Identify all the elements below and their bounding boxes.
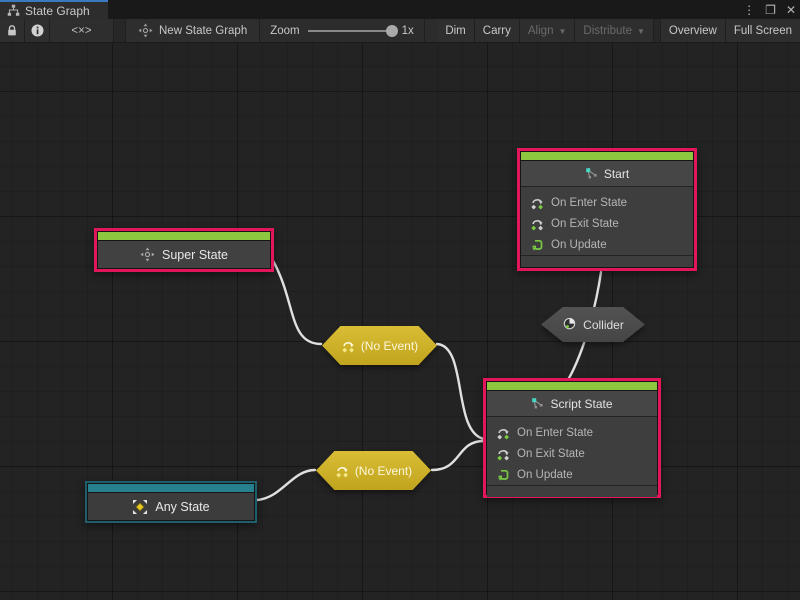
node-script-state-header[interactable]: Script State (487, 391, 657, 416)
node-no-event-top[interactable]: (No Event) (322, 326, 437, 365)
lock-icon (6, 24, 18, 37)
exit-state-icon (496, 447, 510, 461)
super-state-icon (140, 247, 155, 262)
code-view-button[interactable]: <×> (50, 19, 114, 42)
node-any-state[interactable]: Any State (85, 481, 257, 523)
tab-bar: State Graph ⋮ ❐ ✕ (0, 0, 800, 19)
event-label: On Exit State (517, 448, 585, 460)
chevron-down-icon: ▼ (637, 27, 645, 36)
enter-state-icon (496, 426, 510, 440)
event-row-update[interactable]: On Update (521, 234, 693, 255)
info-icon (31, 24, 44, 37)
window-close-icon[interactable]: ✕ (786, 3, 796, 17)
node-footer (487, 485, 657, 497)
state-color-strip (521, 152, 693, 160)
node-super-state[interactable]: Super State (94, 228, 274, 272)
wire-noevent-to-scriptstate-2 (432, 441, 484, 470)
align-label: Align (528, 25, 554, 37)
node-start-body: On Enter State On Exit State On Update (521, 186, 693, 255)
state-color-strip (88, 484, 254, 492)
script-state-icon (531, 397, 544, 410)
window-maximize-icon[interactable]: ❐ (765, 3, 776, 17)
event-label: On Update (551, 239, 607, 251)
exit-state-icon (530, 217, 544, 231)
event-label: On Update (517, 469, 573, 481)
tab-state-graph[interactable]: State Graph (0, 0, 108, 19)
node-label: (No Event) (361, 339, 418, 353)
node-script-state-body: On Enter State On Exit State On Update (487, 416, 657, 485)
overview-button[interactable]: Overview (661, 19, 726, 42)
distribute-button[interactable]: Distribute ▼ (575, 19, 654, 42)
node-footer (521, 255, 693, 267)
chevron-down-icon: ▼ (558, 27, 566, 36)
node-label: (No Event) (355, 464, 412, 478)
node-title: Super State (162, 248, 228, 262)
node-start[interactable]: Start On Enter State On Exit (517, 148, 697, 271)
node-super-state-header[interactable]: Super State (98, 241, 270, 268)
graph-hierarchy-icon (7, 4, 20, 17)
script-state-icon (585, 167, 598, 180)
graph-name-label: New State Graph (159, 25, 247, 37)
event-row-exit[interactable]: On Exit State (521, 213, 693, 234)
info-button[interactable] (25, 19, 50, 42)
zoom-control: Zoom 1x (260, 19, 425, 42)
carry-button[interactable]: Carry (475, 19, 520, 42)
zoom-value: 1x (402, 25, 414, 37)
enter-state-icon (530, 196, 544, 210)
align-button[interactable]: Align ▼ (520, 19, 576, 42)
tab-label: State Graph (25, 4, 90, 18)
event-row-enter[interactable]: On Enter State (521, 192, 693, 213)
full-screen-button[interactable]: Full Screen (726, 19, 800, 42)
dim-button[interactable]: Dim (437, 19, 474, 42)
node-title: Start (604, 167, 629, 181)
event-row-enter[interactable]: On Enter State (487, 422, 657, 443)
zoom-label: Zoom (270, 25, 299, 37)
lock-button[interactable] (0, 19, 25, 42)
node-title: Any State (155, 500, 209, 514)
graph-name-button[interactable]: New State Graph (126, 19, 260, 42)
any-state-icon (132, 499, 148, 515)
distribute-label: Distribute (583, 25, 632, 37)
graph-canvas[interactable]: Start On Enter State On Exit (0, 43, 800, 600)
transition-event-icon (341, 339, 355, 353)
zoom-slider-knob[interactable] (386, 25, 398, 37)
event-row-exit[interactable]: On Exit State (487, 443, 657, 464)
event-label: On Exit State (551, 218, 619, 230)
graph-toolbar: <×> New State Graph Zoom 1x Dim Carry Al… (0, 19, 800, 43)
state-graph-icon (138, 23, 153, 38)
wire-noevent-to-scriptstate (437, 344, 484, 439)
zoom-slider[interactable] (308, 30, 394, 32)
wire-anystate-to-noevent (257, 470, 315, 500)
node-no-event-bottom[interactable]: (No Event) (316, 451, 431, 490)
update-icon (530, 238, 544, 252)
node-start-header[interactable]: Start (521, 161, 693, 186)
event-label: On Enter State (517, 427, 593, 439)
transition-event-icon (335, 464, 349, 478)
update-icon (496, 468, 510, 482)
event-label: On Enter State (551, 197, 627, 209)
code-icon: <×> (71, 25, 91, 37)
state-color-strip (487, 382, 657, 390)
event-row-update[interactable]: On Update (487, 464, 657, 485)
node-script-state[interactable]: Script State On Enter State O (483, 378, 661, 498)
collider-icon (562, 317, 577, 332)
node-title: Script State (550, 397, 612, 411)
window-menu-icon[interactable]: ⋮ (743, 3, 755, 17)
state-color-strip (98, 232, 270, 240)
wire-superstate-to-noevent (272, 259, 321, 344)
node-label: Collider (583, 318, 624, 332)
node-any-state-header[interactable]: Any State (88, 493, 254, 520)
node-collider[interactable]: Collider (541, 307, 645, 342)
